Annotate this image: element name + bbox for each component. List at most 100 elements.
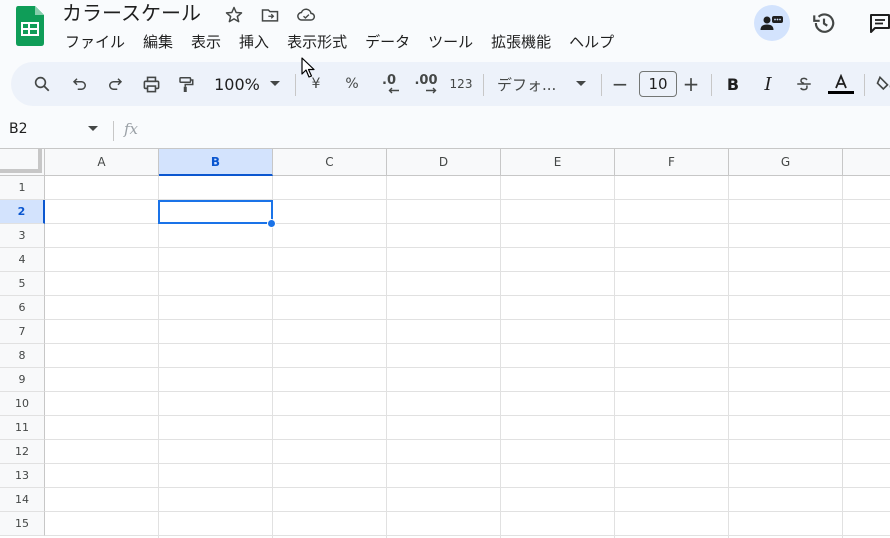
toolbar-divider [295, 74, 296, 96]
row-header-10[interactable]: 10 [0, 392, 45, 416]
zoom-dropdown-icon[interactable] [268, 62, 282, 106]
more-formats-button[interactable]: 123 [448, 62, 474, 106]
text-color-button[interactable] [826, 62, 856, 106]
undo-icon[interactable] [69, 62, 91, 106]
row-gridline [45, 391, 890, 392]
active-cell-b2[interactable] [158, 200, 273, 224]
row-header-2[interactable]: 2 [0, 200, 45, 224]
zoom-select[interactable]: 100% [207, 62, 267, 106]
column-gridline [386, 176, 387, 538]
column-gridline [272, 176, 273, 538]
increase-font-size-button[interactable]: + [682, 62, 700, 106]
row-header-14[interactable]: 14 [0, 488, 45, 512]
row-header-5[interactable]: 5 [0, 272, 45, 296]
row-header-12[interactable]: 12 [0, 440, 45, 464]
spreadsheet-grid[interactable]: A B C D E F G 1 2 3 4 5 6 7 8 9 10 11 12 13 14 15 [0, 148, 890, 538]
row-gridline [45, 439, 890, 440]
name-box-dropdown-icon[interactable] [88, 126, 98, 132]
move-folder-icon[interactable] [259, 4, 281, 26]
menu-help[interactable]: ヘルプ [560, 30, 623, 54]
row-gridline [45, 247, 890, 248]
decrease-font-size-button[interactable]: − [611, 62, 629, 106]
column-header-d[interactable]: D [387, 149, 501, 176]
row-header-9[interactable]: 9 [0, 368, 45, 392]
row-gridline [45, 271, 890, 272]
font-dropdown-icon[interactable] [574, 62, 588, 106]
sheets-logo-icon[interactable] [16, 6, 44, 46]
column-header-g[interactable]: G [729, 149, 843, 176]
row-header-7[interactable]: 7 [0, 320, 45, 344]
column-header-e[interactable]: E [501, 149, 615, 176]
version-history-button[interactable] [806, 5, 842, 41]
search-menus-icon[interactable] [31, 62, 53, 106]
font-size-input[interactable]: 10 [639, 71, 677, 97]
text-color-swatch [828, 91, 854, 94]
menu-tools[interactable]: ツール [419, 30, 482, 54]
row-gridline [45, 463, 890, 464]
row-header-8[interactable]: 8 [0, 344, 45, 368]
decrease-decimal-label: .0 [382, 72, 396, 88]
row-header-1[interactable]: 1 [0, 176, 45, 200]
column-gridline [842, 176, 843, 538]
row-gridline [45, 295, 890, 296]
menu-view[interactable]: 表示 [182, 30, 230, 54]
toolbar-divider [864, 74, 865, 96]
column-header-a[interactable]: A [45, 149, 159, 176]
increase-decimal-button[interactable]: .00 [413, 62, 439, 106]
menu-bar: ファイル 編集 表示 挿入 表示形式 データ ツール 拡張機能 ヘルプ [56, 30, 623, 54]
row-gridline [45, 415, 890, 416]
bold-button[interactable]: B [724, 62, 742, 106]
decrease-decimal-button[interactable]: .0 [377, 62, 401, 106]
row-header-6[interactable]: 6 [0, 296, 45, 320]
column-gridline [728, 176, 729, 538]
row-gridline [45, 319, 890, 320]
row-header-4[interactable]: 4 [0, 248, 45, 272]
toolbar: 100% ¥ % .0 .00 123 デフォ... − 10 + B I [11, 62, 890, 106]
toolbar-divider [711, 74, 712, 96]
format-percent-button[interactable]: % [342, 62, 362, 106]
row-gridline [45, 487, 890, 488]
column-header-f[interactable]: F [615, 149, 729, 176]
row-header-15[interactable]: 15 [0, 512, 45, 536]
italic-button[interactable]: I [759, 62, 777, 106]
column-gridline [158, 176, 159, 538]
column-gridline [614, 176, 615, 538]
menu-edit[interactable]: 編集 [134, 30, 182, 54]
font-family-select[interactable]: デフォ... [497, 62, 567, 106]
column-header-c[interactable]: C [273, 149, 387, 176]
comments-button[interactable] [862, 5, 890, 41]
fx-icon: fx [124, 120, 139, 138]
column-header-b[interactable]: B [159, 149, 273, 176]
print-icon[interactable] [140, 62, 162, 106]
formula-divider [113, 121, 114, 141]
document-title[interactable]: カラースケール [62, 0, 201, 26]
cloud-saved-icon[interactable] [295, 4, 317, 26]
mouse-cursor-icon [301, 57, 315, 78]
row-header-3[interactable]: 3 [0, 224, 45, 248]
share-people-button[interactable] [754, 5, 790, 41]
strikethrough-icon[interactable] [793, 62, 815, 106]
redo-icon[interactable] [104, 62, 126, 106]
toolbar-divider [483, 74, 484, 96]
fill-handle[interactable] [267, 219, 276, 228]
row-header-11[interactable]: 11 [0, 416, 45, 440]
column-header-partial[interactable] [843, 149, 890, 176]
history-icon [813, 13, 835, 33]
name-box[interactable]: B2 [9, 121, 28, 137]
fill-color-icon[interactable] [873, 62, 890, 106]
increase-decimal-label: .00 [414, 72, 438, 88]
star-icon[interactable] [223, 4, 245, 26]
paint-format-icon[interactable] [175, 62, 197, 106]
column-gridline [500, 176, 501, 538]
select-all-corner[interactable] [0, 149, 45, 176]
menu-file[interactable]: ファイル [56, 30, 134, 54]
menu-format[interactable]: 表示形式 [278, 30, 356, 54]
freeze-handle[interactable] [0, 149, 42, 173]
menu-extensions[interactable]: 拡張機能 [482, 30, 560, 54]
row-header-13[interactable]: 13 [0, 464, 45, 488]
row-gridline [45, 535, 890, 536]
menu-insert[interactable]: 挿入 [230, 30, 278, 54]
row-gridline [45, 343, 890, 344]
toolbar-divider [601, 74, 602, 96]
menu-data[interactable]: データ [356, 30, 419, 54]
